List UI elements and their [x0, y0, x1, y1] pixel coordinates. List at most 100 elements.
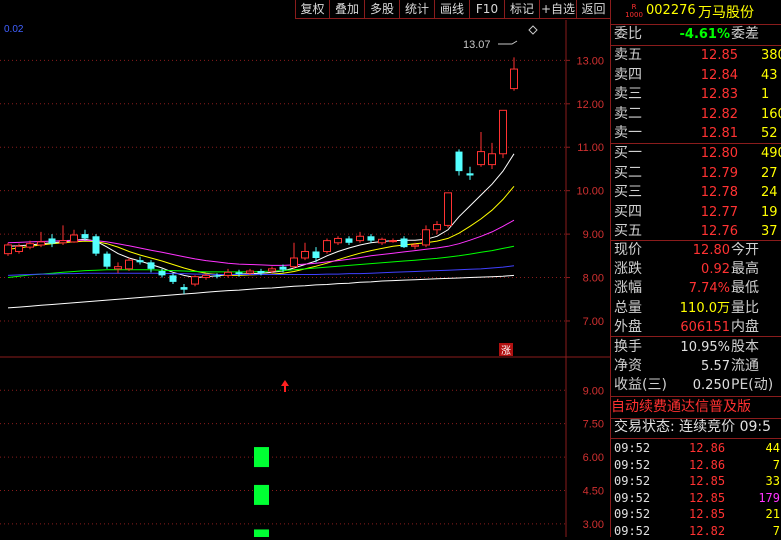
row-volume: 160	[761, 106, 781, 122]
tick-row: 09:52 12.86 44	[611, 439, 781, 457]
row-price: 12.77	[700, 204, 738, 220]
row-price: 12.79	[700, 165, 738, 181]
kline-chart[interactable]: 13.00 12.00 11.00 10.00 9.00 8.00 7.00 9.00 7.50…	[0, 20, 610, 537]
row-volume: 490	[761, 146, 781, 161]
statistics-button[interactable]: 统计	[399, 0, 434, 19]
peak-pointer	[498, 40, 518, 45]
stat-label: 总量	[614, 299, 642, 316]
indicator-value: 0.02	[4, 24, 24, 35]
row-label: 买三	[614, 184, 642, 200]
stat-label: 外盘	[614, 318, 642, 335]
row-price: 12.76	[700, 224, 738, 239]
stat2-label2: PE(动)	[731, 377, 774, 394]
candle	[510, 57, 518, 91]
stat2-row: 换手 10.95% 股本	[611, 338, 781, 357]
candle	[466, 166, 474, 180]
row-price: 12.81	[700, 126, 738, 141]
ask-row[interactable]: 卖三 12.83 1	[611, 85, 781, 104]
price-tick-label: 10.00	[576, 186, 604, 198]
tick-price: 12.86	[689, 457, 726, 472]
tick-price: 12.85	[689, 490, 726, 505]
overlay-button[interactable]: 叠加	[329, 0, 364, 19]
mark-button[interactable]: 标记	[504, 0, 539, 19]
tick-time: 09:52	[614, 474, 651, 488]
candle	[477, 132, 485, 167]
tick-volume: 44	[765, 441, 780, 455]
stock-header: R 1000 002276 万马股份	[611, 0, 781, 24]
indicator-tick-label: 3.00	[583, 519, 604, 531]
ask-row[interactable]: 卖一 12.81 52	[611, 124, 781, 143]
stat2-label: 换手	[614, 339, 642, 355]
ask-row[interactable]: 卖四 12.84 43	[611, 66, 781, 85]
tick-price: 12.85	[689, 474, 726, 488]
diamond-icon[interactable]	[528, 25, 538, 35]
bid-row[interactable]: 买四 12.77 19	[611, 203, 781, 222]
weibi-label: 委比	[614, 26, 642, 42]
tick-volume: 7	[772, 457, 780, 472]
stat2-value: 5.57	[701, 359, 730, 375]
stock-name: 万马股份	[698, 5, 754, 21]
candle	[48, 234, 56, 248]
candle	[488, 142, 496, 169]
tick-time: 09:52	[614, 490, 651, 505]
candle	[147, 260, 155, 273]
price-tick-label: 7.00	[583, 316, 604, 328]
bid-row[interactable]: 买三 12.78 24	[611, 183, 781, 202]
stat-row: 外盘 606151 内盘	[611, 318, 781, 337]
row-label: 卖二	[614, 105, 642, 122]
stat2-label2: 流通	[731, 358, 759, 375]
candle	[499, 109, 507, 159]
row-label: 卖一	[614, 125, 642, 141]
row-label: 卖五	[614, 47, 642, 63]
candle	[70, 229, 78, 243]
ask-row[interactable]: 卖五 12.85 380	[611, 46, 781, 65]
promo-text[interactable]: 自动续费通达信普及版	[611, 398, 781, 417]
svg-text:涨: 涨	[501, 345, 511, 357]
draw-line-button[interactable]: 画线	[434, 0, 469, 19]
stat-label: 涨幅	[614, 280, 642, 297]
ask-row[interactable]: 卖二 12.82 160	[611, 105, 781, 124]
indicator-tick-label: 6.00	[583, 452, 604, 464]
candle	[356, 231, 364, 243]
candle	[114, 262, 122, 274]
tick-volume: 21	[765, 507, 780, 521]
back-button[interactable]: 返回	[576, 0, 610, 19]
tick-time: 09:52	[614, 457, 651, 472]
row-label: 买四	[614, 203, 642, 220]
stat-label2: 量比	[731, 299, 759, 316]
bid-row[interactable]: 买二 12.79 27	[611, 164, 781, 183]
candle	[400, 236, 408, 249]
candle	[433, 221, 441, 235]
candle	[301, 242, 309, 261]
weibi-row: 委比 -4.61% 委差	[611, 25, 781, 44]
candle	[125, 257, 133, 272]
row-price: 12.84	[700, 67, 738, 83]
candle	[290, 242, 298, 269]
tick-row: 09:52 12.86 7	[611, 456, 781, 474]
multi-stock-button[interactable]: 多股	[364, 0, 399, 19]
tick-price: 12.85	[689, 507, 726, 521]
bid-row[interactable]: 买一 12.80 490	[611, 144, 781, 163]
signal-bar	[254, 447, 269, 468]
ma-line-1	[7, 185, 515, 276]
row-volume: 380	[761, 48, 781, 63]
row-label: 买五	[614, 223, 642, 239]
tick-time: 09:52	[614, 507, 651, 521]
toolbar: 复权 叠加 多股 统计 画线 F10 标记 +自选 返回	[0, 0, 610, 20]
fuquan-button[interactable]: 复权	[295, 0, 329, 19]
candle	[345, 236, 353, 245]
add-watchlist-button[interactable]: +自选	[539, 0, 576, 19]
candle	[422, 225, 430, 248]
weicha-label: 委差	[731, 26, 759, 42]
red-up-arrow-icon	[281, 380, 289, 392]
stat2-value: 0.250	[692, 378, 730, 394]
stock-code: 002276	[646, 3, 696, 18]
f10-button[interactable]: F10	[469, 0, 504, 19]
row-label: 卖三	[614, 86, 642, 102]
tick-volume: 33	[765, 474, 780, 488]
bid-row[interactable]: 买五 12.76 37	[611, 222, 781, 241]
row-price: 12.85	[700, 48, 738, 63]
stat2-label: 净资	[614, 358, 642, 375]
stat-label2: 最低	[731, 280, 759, 297]
stat2-value: 10.95%	[680, 340, 730, 355]
